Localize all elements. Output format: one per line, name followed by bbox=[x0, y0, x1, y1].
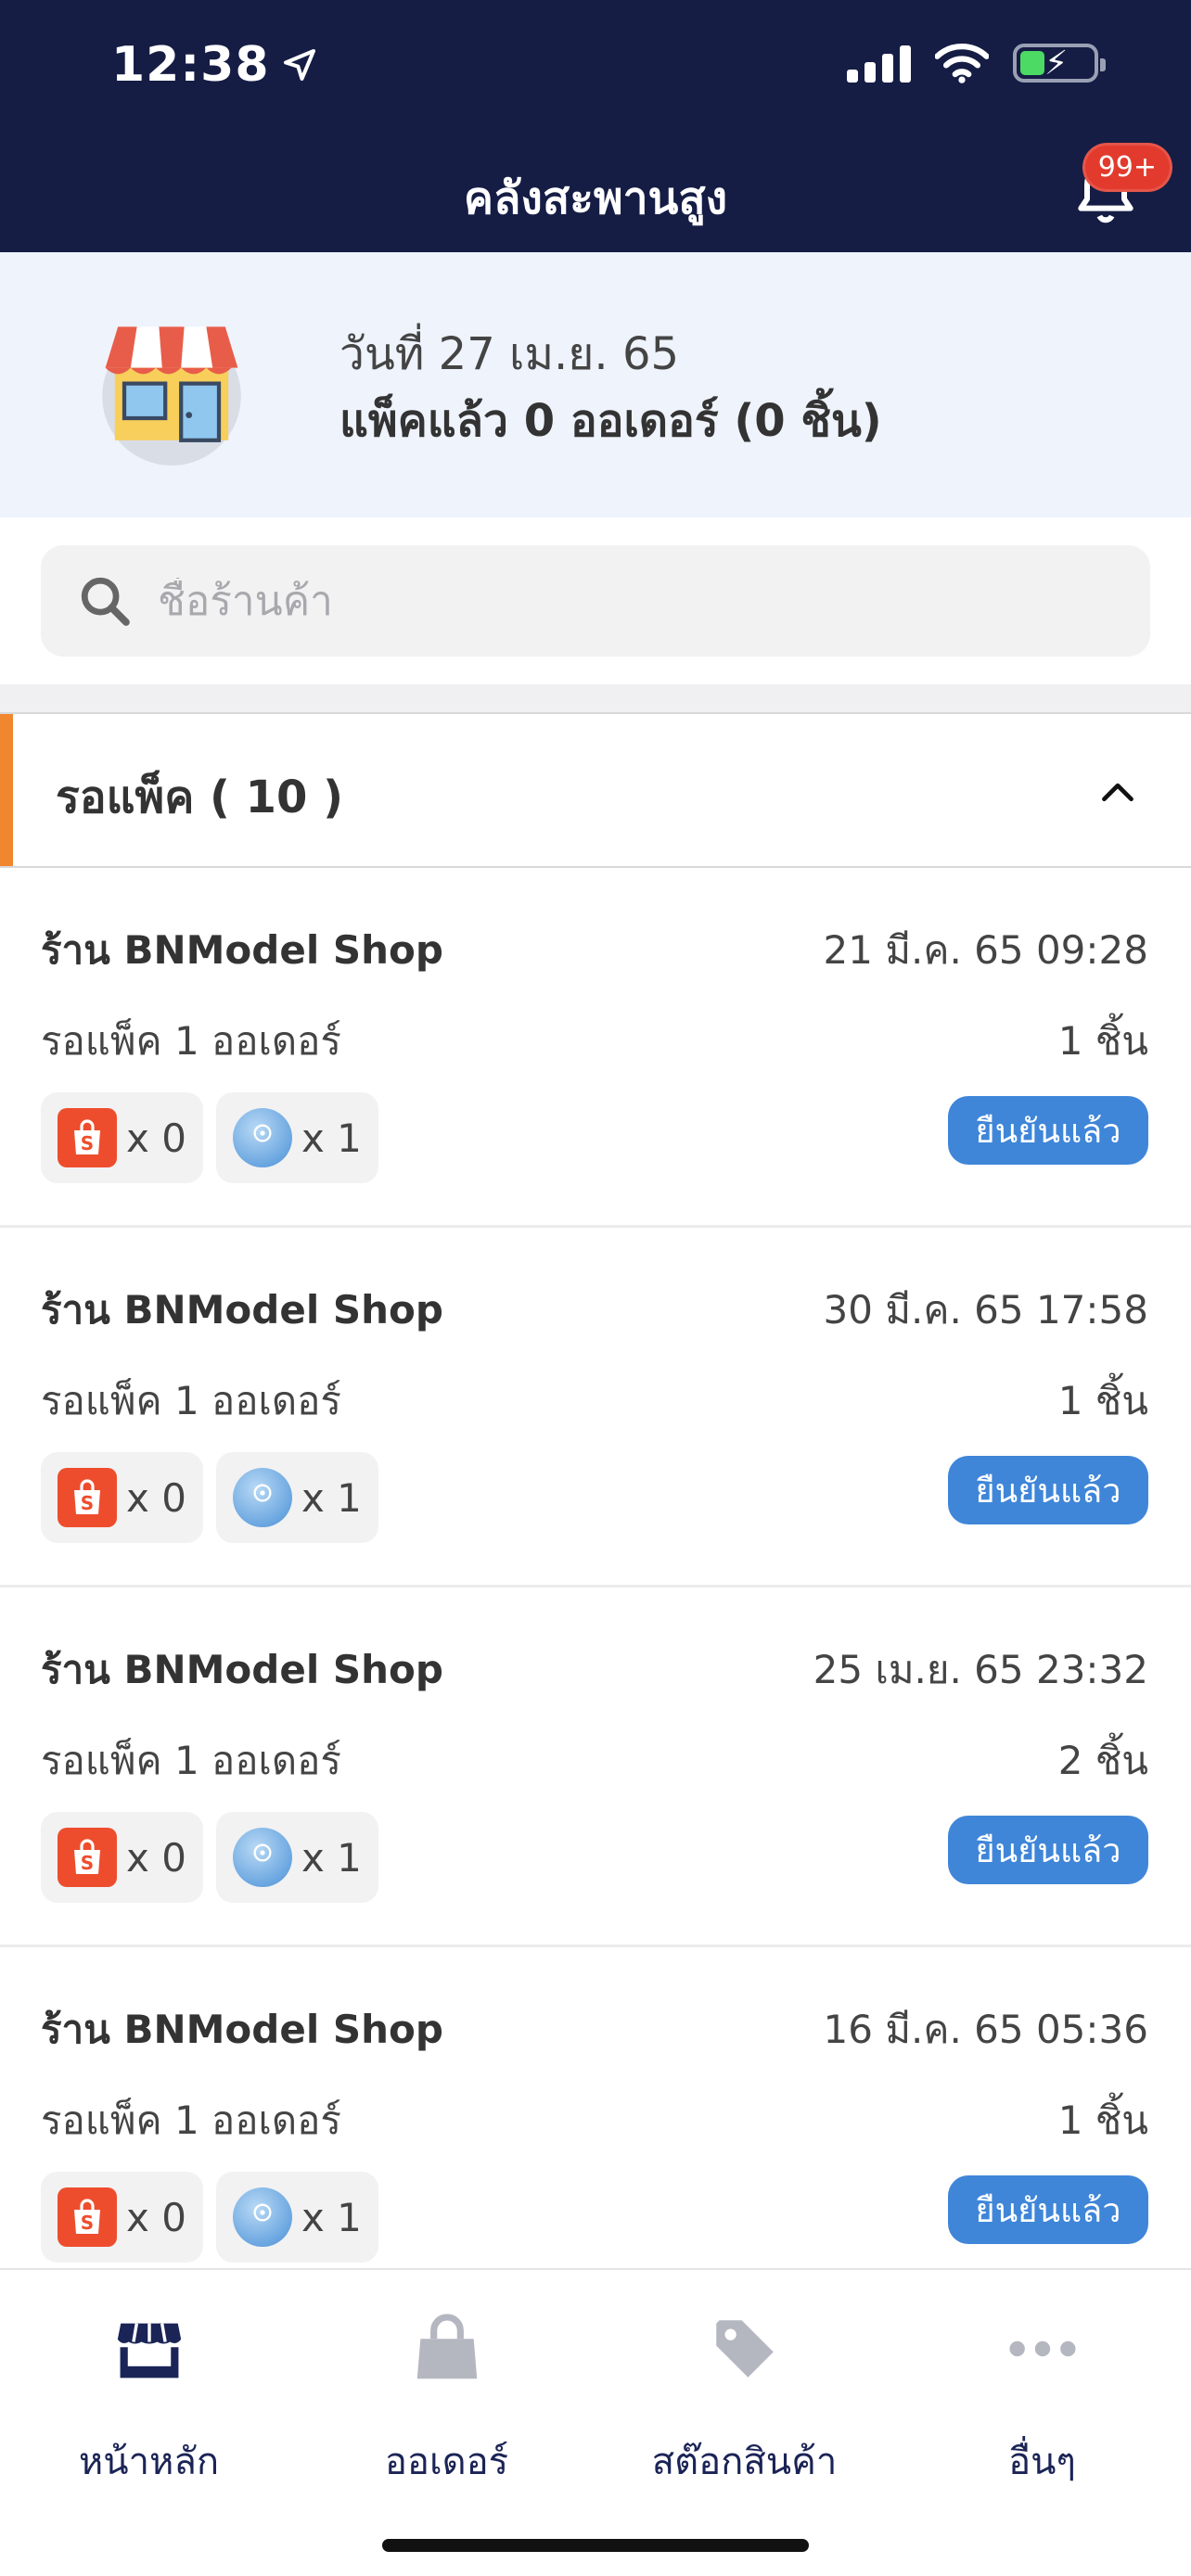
shopee-icon: S bbox=[58, 1468, 117, 1527]
lifeaf-icon bbox=[232, 1468, 292, 1527]
status-bar-indicators: ⚡ bbox=[847, 43, 1106, 83]
lifeaf-chip: x 1 bbox=[215, 1452, 378, 1543]
cellular-signal-icon bbox=[847, 44, 911, 83]
svg-text:S: S bbox=[81, 1852, 94, 1874]
nav-item-orders[interactable]: ออเดอร์ bbox=[298, 2307, 596, 2491]
channel-chips: S x 0 x 1 bbox=[41, 1092, 378, 1183]
home-indicator[interactable] bbox=[382, 2539, 809, 2552]
shopee-count: x 0 bbox=[126, 1474, 186, 1521]
channel-chips: S x 0 x 1 bbox=[41, 1452, 378, 1543]
order-shop-name: ร้าน BNModel Shop bbox=[41, 1647, 443, 1692]
shopfront-illustration-icon bbox=[102, 326, 241, 465]
channel-chips: S x 0 x 1 bbox=[41, 2172, 378, 2263]
lifeaf-count: x 1 bbox=[301, 1474, 362, 1521]
order-datetime: 16 มี.ค. 65 05:36 bbox=[823, 2007, 1148, 2052]
channel-chips: S x 0 x 1 bbox=[41, 1812, 378, 1903]
lifeaf-chip: x 1 bbox=[215, 2172, 378, 2263]
more-dots-icon bbox=[1001, 2307, 1084, 2391]
order-datetime: 25 เม.ย. 65 23:32 bbox=[813, 1647, 1148, 1692]
lifeaf-count: x 1 bbox=[301, 1834, 362, 1881]
order-pieces: 1 ชิ้น bbox=[1057, 1018, 1148, 1064]
lifeaf-icon bbox=[232, 1828, 292, 1887]
order-card[interactable]: ร้าน BNModel Shop 30 มี.ค. 65 17:58 รอแพ… bbox=[0, 1228, 1191, 1588]
order-pieces: 1 ชิ้น bbox=[1057, 2098, 1148, 2143]
search-icon bbox=[81, 577, 130, 626]
chevron-up-icon[interactable] bbox=[1085, 759, 1150, 823]
order-card[interactable]: ร้าน BNModel Shop 21 มี.ค. 65 09:28 รอแพ… bbox=[0, 868, 1191, 1228]
nav-item-stock[interactable]: สต๊อกสินค้า bbox=[596, 2307, 893, 2491]
warehouse-title: คลังสะพานสูง bbox=[463, 172, 728, 224]
shopee-chip: S x 0 bbox=[41, 2172, 203, 2263]
lifeaf-count: x 1 bbox=[301, 1115, 362, 1161]
bottom-navigation: หน้าหลัก ออเดอร์ สต๊อกสินค้า อื่นๆ bbox=[0, 2268, 1191, 2576]
order-card[interactable]: ร้าน BNModel Shop 25 เม.ย. 65 23:32 รอแพ… bbox=[0, 1588, 1191, 1947]
summary-packed-count: แพ็คแล้ว 0 ออเดอร์ (0 ชิ้น) bbox=[339, 395, 882, 447]
order-pending-count: รอแพ็ค 1 ออเดอร์ bbox=[41, 1378, 341, 1423]
tag-icon bbox=[703, 2307, 787, 2391]
search-area bbox=[0, 517, 1191, 684]
nav-item-home[interactable]: หน้าหลัก bbox=[0, 2307, 298, 2491]
shopee-chip: S x 0 bbox=[41, 1812, 203, 1903]
shopee-chip: S x 0 bbox=[41, 1092, 203, 1183]
shopping-bag-icon bbox=[405, 2307, 489, 2391]
store-icon bbox=[108, 2307, 191, 2391]
shopee-count: x 0 bbox=[126, 1115, 186, 1161]
order-shop-name: ร้าน BNModel Shop bbox=[41, 1287, 443, 1333]
location-arrow-icon bbox=[283, 49, 315, 81]
divider bbox=[0, 684, 1191, 712]
wifi-icon bbox=[935, 44, 989, 83]
order-list: ร้าน BNModel Shop 21 มี.ค. 65 09:28 รอแพ… bbox=[0, 868, 1191, 2307]
summary-date: วันที่ 27 เม.ย. 65 bbox=[339, 328, 680, 380]
shopee-icon: S bbox=[58, 1828, 117, 1887]
shopee-count: x 0 bbox=[126, 2194, 186, 2240]
lifeaf-chip: x 1 bbox=[215, 1812, 378, 1903]
order-shop-name: ร้าน BNModel Shop bbox=[41, 2007, 443, 2052]
section-accent-bar bbox=[0, 714, 13, 866]
nav-label-home: หน้าหลัก bbox=[78, 2441, 220, 2483]
pending-pack-section-header[interactable]: รอแพ็ค ( 10 ) bbox=[0, 712, 1191, 868]
nav-label-stock: สต๊อกสินค้า bbox=[651, 2441, 838, 2483]
lifeaf-icon bbox=[232, 2187, 292, 2247]
order-card[interactable]: ร้าน BNModel Shop 16 มี.ค. 65 05:36 รอแพ… bbox=[0, 1947, 1191, 2307]
order-pieces: 1 ชิ้น bbox=[1057, 1378, 1148, 1423]
lifeaf-count: x 1 bbox=[301, 2194, 362, 2240]
shopee-icon: S bbox=[58, 1108, 117, 1167]
shopee-count: x 0 bbox=[126, 1834, 186, 1881]
nav-label-more: อื่นๆ bbox=[1008, 2441, 1076, 2483]
order-shop-name: ร้าน BNModel Shop bbox=[41, 927, 443, 973]
shopee-chip: S x 0 bbox=[41, 1452, 203, 1543]
order-pending-count: รอแพ็ค 1 ออเดอร์ bbox=[41, 1738, 341, 1783]
status-bar-time: 12:38 bbox=[111, 37, 318, 93]
svg-text:S: S bbox=[81, 1492, 94, 1514]
order-datetime: 30 มี.ค. 65 17:58 bbox=[823, 1287, 1148, 1333]
app-header: 12:38 ⚡ คลังสะพานสูง 99+ bbox=[0, 0, 1191, 252]
order-pending-count: รอแพ็ค 1 ออเดอร์ bbox=[41, 2098, 341, 2143]
battery-charging-icon: ⚡ bbox=[1013, 44, 1106, 83]
lifeaf-icon bbox=[232, 1108, 292, 1167]
svg-text:S: S bbox=[81, 1132, 94, 1154]
lifeaf-chip: x 1 bbox=[215, 1092, 378, 1183]
clock-text: 12:38 bbox=[111, 37, 270, 93]
confirmed-button[interactable]: ยืนยันแล้ว bbox=[948, 1456, 1148, 1524]
nav-item-more[interactable]: อื่นๆ bbox=[893, 2307, 1191, 2491]
shopee-icon: S bbox=[58, 2187, 117, 2247]
order-pending-count: รอแพ็ค 1 ออเดอร์ bbox=[41, 1018, 341, 1064]
order-datetime: 21 มี.ค. 65 09:28 bbox=[823, 927, 1148, 973]
confirmed-button[interactable]: ยืนยันแล้ว bbox=[948, 1816, 1148, 1884]
nav-label-orders: ออเดอร์ bbox=[384, 2441, 509, 2483]
order-pieces: 2 ชิ้น bbox=[1057, 1738, 1148, 1783]
confirmed-button[interactable]: ยืนยันแล้ว bbox=[948, 2175, 1148, 2244]
notification-count-badge: 99+ bbox=[1082, 143, 1172, 192]
section-title: รอแพ็ค ( 10 ) bbox=[56, 772, 344, 823]
daily-summary: วันที่ 27 เม.ย. 65 แพ็คแล้ว 0 ออเดอร์ (0… bbox=[0, 252, 1191, 517]
search-box[interactable] bbox=[41, 545, 1150, 657]
svg-text:S: S bbox=[81, 2212, 94, 2234]
confirmed-button[interactable]: ยืนยันแล้ว bbox=[948, 1096, 1148, 1165]
search-input[interactable] bbox=[158, 577, 1085, 625]
